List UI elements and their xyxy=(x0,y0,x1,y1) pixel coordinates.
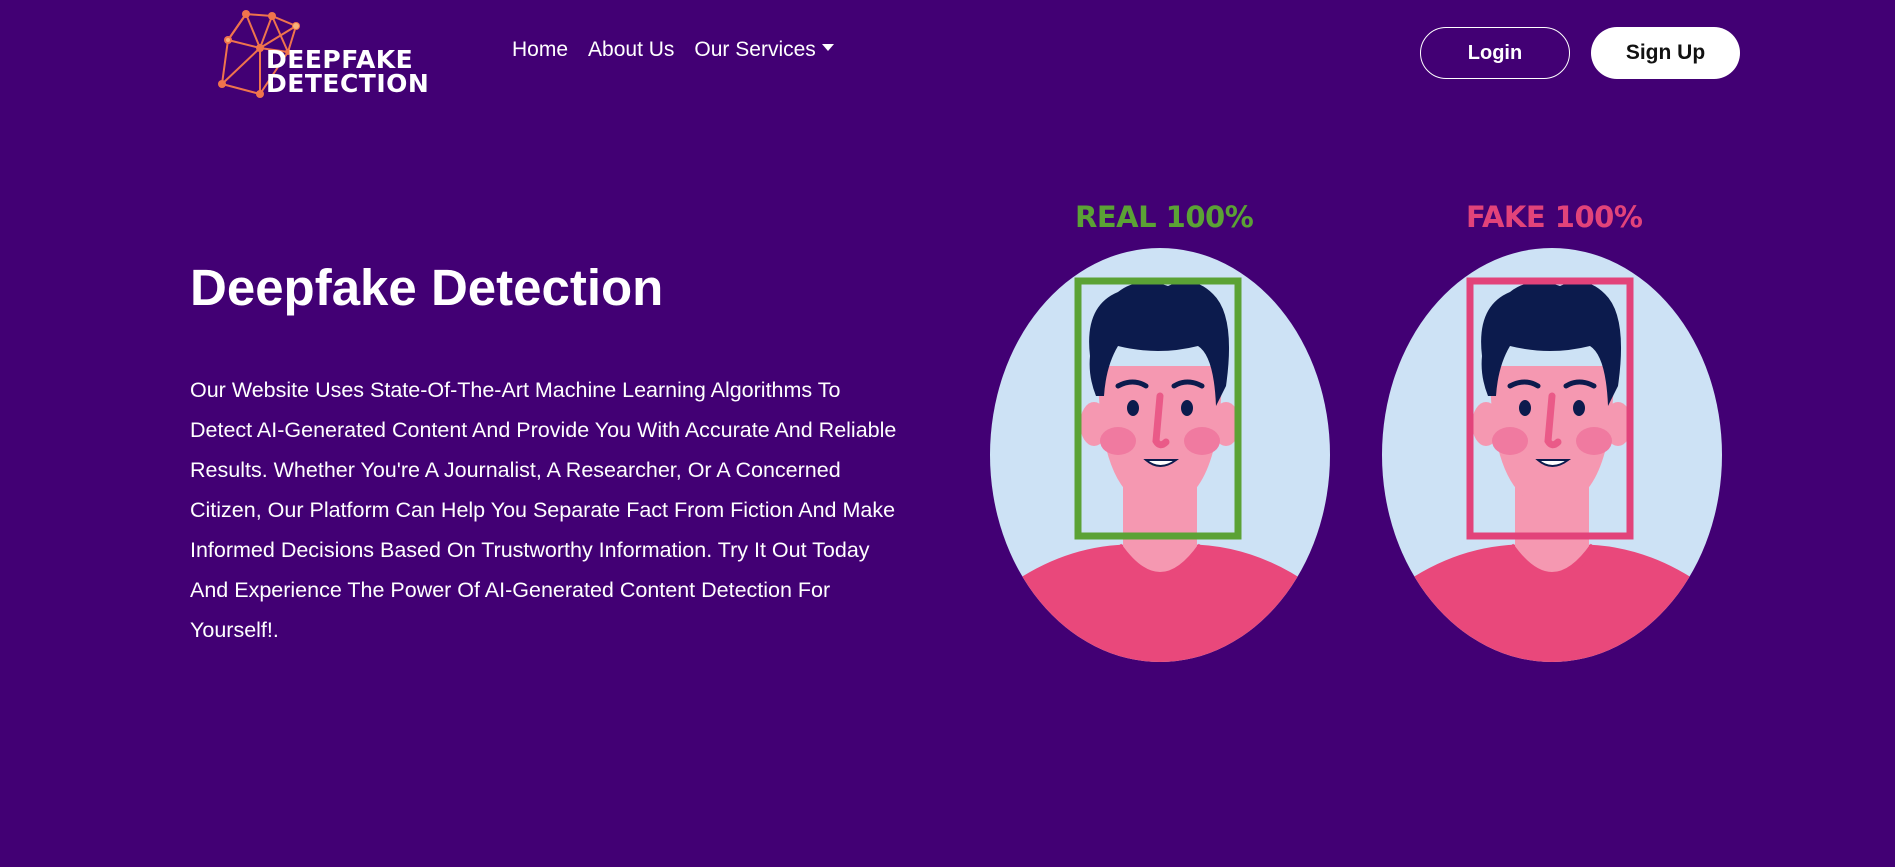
nav-about-link[interactable]: About Us xyxy=(588,38,674,62)
logo-text: DEEPFAKE DETECTION xyxy=(266,47,430,98)
navbar: DEEPFAKE DETECTION Home About Us Our Ser… xyxy=(0,0,1895,106)
real-face-image xyxy=(990,248,1330,662)
nav-services-dropdown[interactable]: Our Services xyxy=(694,38,834,62)
fake-face-image xyxy=(1382,248,1722,662)
real-label: REAL 100% xyxy=(1075,200,1254,234)
nav-home-link[interactable]: Home xyxy=(512,38,568,62)
nav-services-label: Our Services xyxy=(694,38,816,61)
hero-description: Our Website Uses State-Of-The-Art Machin… xyxy=(190,378,897,642)
logo[interactable]: DEEPFAKE DETECTION xyxy=(216,8,436,98)
hero-title: Deepfake Detection xyxy=(190,259,664,316)
main-nav: Home About Us Our Services xyxy=(512,38,834,62)
logo-line-2: DETECTION xyxy=(266,69,430,98)
login-button[interactable]: Login xyxy=(1420,27,1570,79)
page: DEEPFAKE DETECTION Home About Us Our Ser… xyxy=(0,0,1895,867)
fake-label: FAKE 100% xyxy=(1466,200,1643,234)
caret-down-icon xyxy=(821,43,834,51)
signup-button[interactable]: Sign Up xyxy=(1591,27,1740,79)
real-vs-fake-illustration: REAL 100% FAKE 100% xyxy=(980,190,1740,680)
